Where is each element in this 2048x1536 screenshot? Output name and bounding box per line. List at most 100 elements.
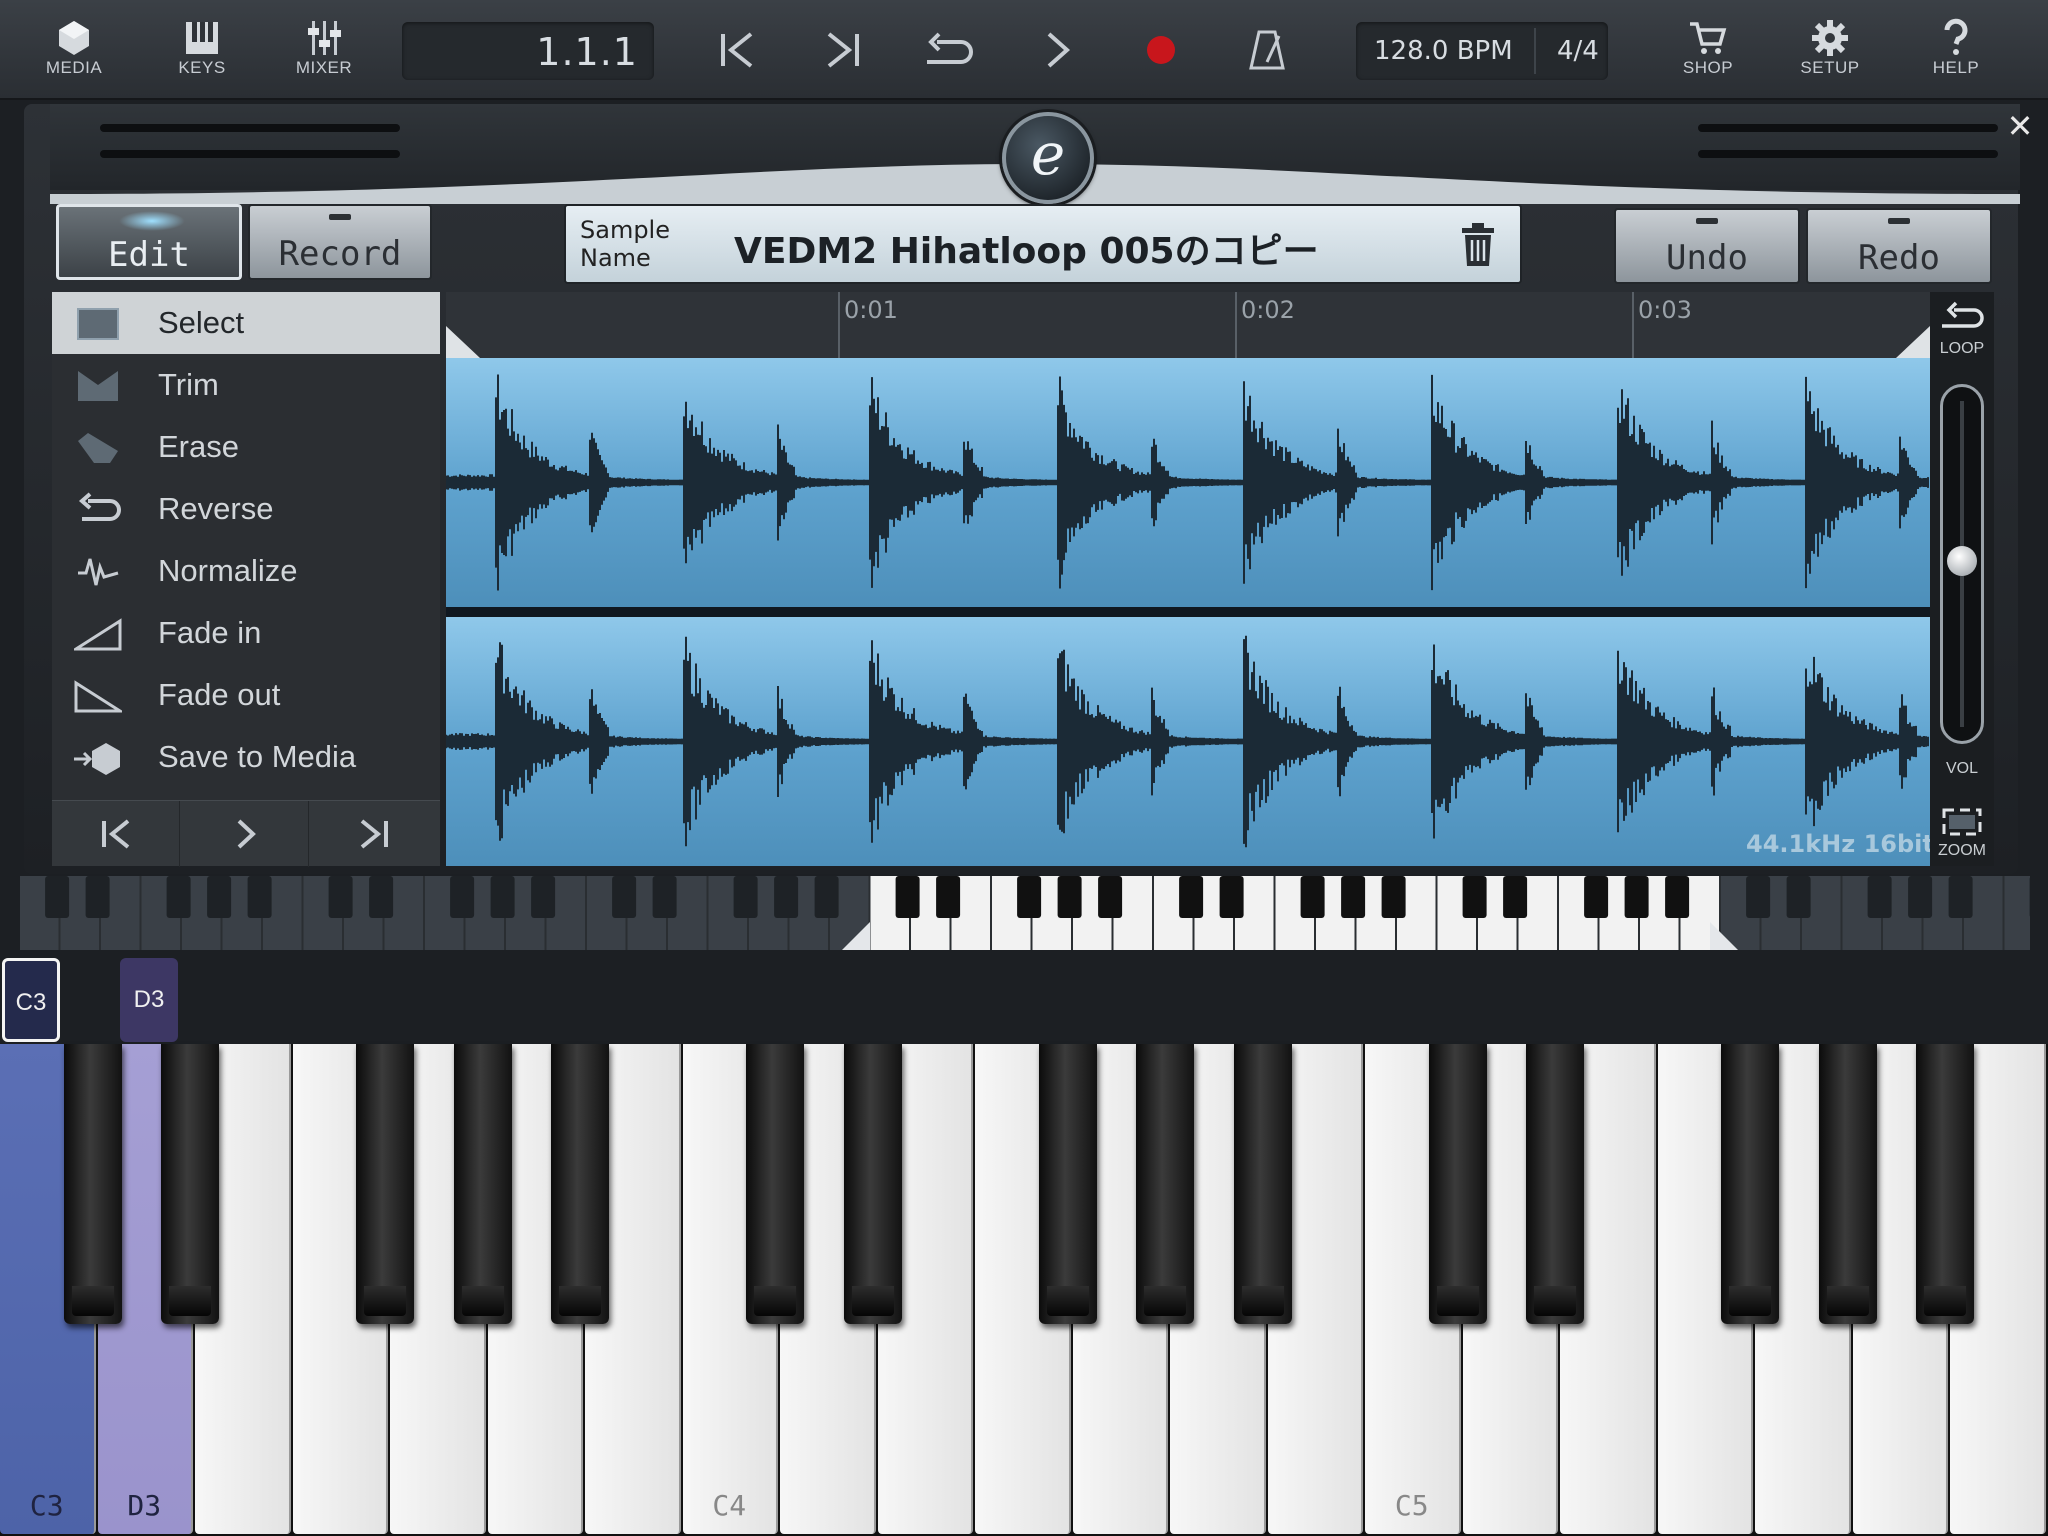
loop-label: LOOP: [1939, 340, 1985, 357]
undo-button[interactable]: Undo: [1614, 208, 1800, 284]
edit-mode-button[interactable]: Edit: [56, 204, 242, 280]
preview-play-button[interactable]: [181, 801, 309, 867]
volume-slider[interactable]: [1940, 384, 1984, 744]
loop-icon: [1942, 301, 1984, 328]
edit-tools-list: Select Trim Erase Reverse Normalize Fade in Fa…: [52, 292, 440, 866]
metronome-button[interactable]: [1232, 22, 1302, 78]
tool-trim[interactable]: Trim: [52, 354, 440, 416]
active-indicator: [119, 211, 185, 231]
tempo-display[interactable]: 128.0 BPM 4/4: [1356, 22, 1608, 80]
black-key[interactable]: [161, 1044, 219, 1324]
loop-markers: [446, 326, 1930, 358]
close-editor-button[interactable]: ✕: [1992, 104, 2048, 174]
shop-button[interactable]: SHOP: [1658, 14, 1758, 86]
loop-end-marker: [1896, 326, 1930, 358]
close-icon: ✕: [2006, 107, 2034, 145]
loop-preview-button[interactable]: LOOP: [1930, 300, 1994, 360]
black-key[interactable]: [1136, 1044, 1194, 1324]
go-to-start-button[interactable]: [52, 801, 180, 867]
ruler-tick: 0:02: [1235, 292, 1295, 358]
tool-reverse[interactable]: Reverse: [52, 478, 440, 540]
tool-fade-in[interactable]: Fade in: [52, 602, 440, 664]
skip-forward-icon: [827, 32, 859, 68]
logo-letter: e: [1030, 120, 1066, 188]
normalize-icon: [78, 558, 119, 586]
black-key[interactable]: [1038, 1044, 1097, 1324]
play-button[interactable]: [1022, 22, 1092, 78]
vent-slot: [1698, 124, 1998, 132]
cart-icon: [1690, 22, 1727, 54]
key-tag-c3[interactable]: C3: [2, 958, 60, 1042]
tool-erase[interactable]: Erase: [52, 416, 440, 478]
go-to-end-button[interactable]: [310, 801, 438, 867]
trash-icon[interactable]: [1458, 222, 1498, 268]
time-ruler[interactable]: 0:01 0:02 0:03: [446, 292, 1930, 358]
setup-button[interactable]: SETUP: [1780, 14, 1880, 86]
edit-label: Edit: [108, 235, 190, 275]
black-key[interactable]: [356, 1044, 414, 1324]
black-key[interactable]: [746, 1044, 804, 1324]
zoom-button[interactable]: ZOOM: [1930, 804, 1994, 864]
save-to-media-icon: [74, 743, 120, 775]
sample-name-field[interactable]: Sample Name VEDM2 Hihatloop 005のコピー: [564, 204, 1522, 284]
redo-label: Redo: [1858, 238, 1940, 278]
keys-label: KEYS: [178, 58, 226, 77]
vol-label: VOL: [1945, 760, 1978, 777]
mixer-label: MIXER: [295, 58, 353, 77]
tool-label: Erase: [158, 429, 239, 464]
black-key[interactable]: [1428, 1044, 1487, 1324]
tempo-value: 128.0 BPM: [1374, 36, 1513, 66]
black-key[interactable]: [453, 1044, 512, 1324]
sample-name-label: Sample Name: [580, 216, 670, 272]
zoom-label: ZOOM: [1938, 842, 1986, 859]
skip-forward-icon: [360, 819, 388, 849]
redo-button[interactable]: Redo: [1806, 208, 1992, 284]
media-button[interactable]: MEDIA: [24, 14, 124, 86]
black-key[interactable]: [1233, 1044, 1292, 1324]
zoom-icon: [1942, 808, 1982, 836]
keyboard-range-navigator[interactable]: [20, 876, 2048, 950]
setup-label: SETUP: [1800, 58, 1860, 77]
black-key[interactable]: [551, 1044, 609, 1324]
ruler-tick: 0:03: [1632, 292, 1692, 358]
shop-label: SHOP: [1682, 58, 1734, 77]
tool-normalize[interactable]: Normalize: [52, 540, 440, 602]
tool-label: Trim: [158, 367, 219, 402]
tool-navigation: [52, 800, 440, 867]
keys-button[interactable]: KEYS: [152, 14, 252, 86]
key-note-label: D3: [127, 1489, 162, 1522]
black-key[interactable]: [1526, 1044, 1584, 1324]
tool-label: Reverse: [158, 491, 274, 526]
black-key[interactable]: [1721, 1044, 1779, 1324]
mixer-button[interactable]: MIXER: [274, 14, 374, 86]
trim-icon: [78, 371, 118, 401]
top-toolbar: MEDIA KEYS MIXER 1.1.1 128.0 BPM 4/4 SHO…: [0, 0, 2048, 100]
black-key[interactable]: [843, 1044, 902, 1324]
record-mode-button[interactable]: Record: [248, 204, 432, 280]
vent-slot: [100, 124, 400, 132]
key-tag-d3[interactable]: D3: [120, 958, 178, 1042]
keys-icon: [186, 22, 218, 54]
right-control-strip: LOOP VOL ZOOM: [1930, 292, 1994, 866]
record-button[interactable]: [1126, 22, 1196, 78]
piano-keyboard: C3 D3 C4 C5: [0, 1044, 2048, 1536]
black-key[interactable]: [63, 1044, 122, 1324]
waveform-display[interactable]: [446, 358, 1930, 866]
skip-back-icon: [101, 819, 129, 849]
tool-fade-out[interactable]: Fade out: [52, 664, 440, 726]
rewind-to-start-button[interactable]: [702, 22, 772, 78]
sample-info: 44.1kHz 16bit: [1746, 830, 1934, 858]
tool-save-to-media[interactable]: Save to Media: [52, 726, 440, 788]
select-icon: [77, 308, 119, 340]
position-display[interactable]: 1.1.1: [402, 22, 654, 80]
skip-to-end-button[interactable]: [808, 22, 878, 78]
tool-select[interactable]: Select: [52, 292, 440, 354]
loop-icon: [927, 32, 973, 64]
volume-knob[interactable]: [1947, 546, 1977, 576]
help-button[interactable]: HELP: [1906, 14, 2006, 86]
tool-label: Normalize: [158, 553, 298, 588]
black-key[interactable]: [1818, 1044, 1877, 1324]
loop-toggle-button[interactable]: [914, 22, 984, 78]
black-key[interactable]: [1916, 1044, 1974, 1324]
gear-icon: [1812, 20, 1848, 56]
